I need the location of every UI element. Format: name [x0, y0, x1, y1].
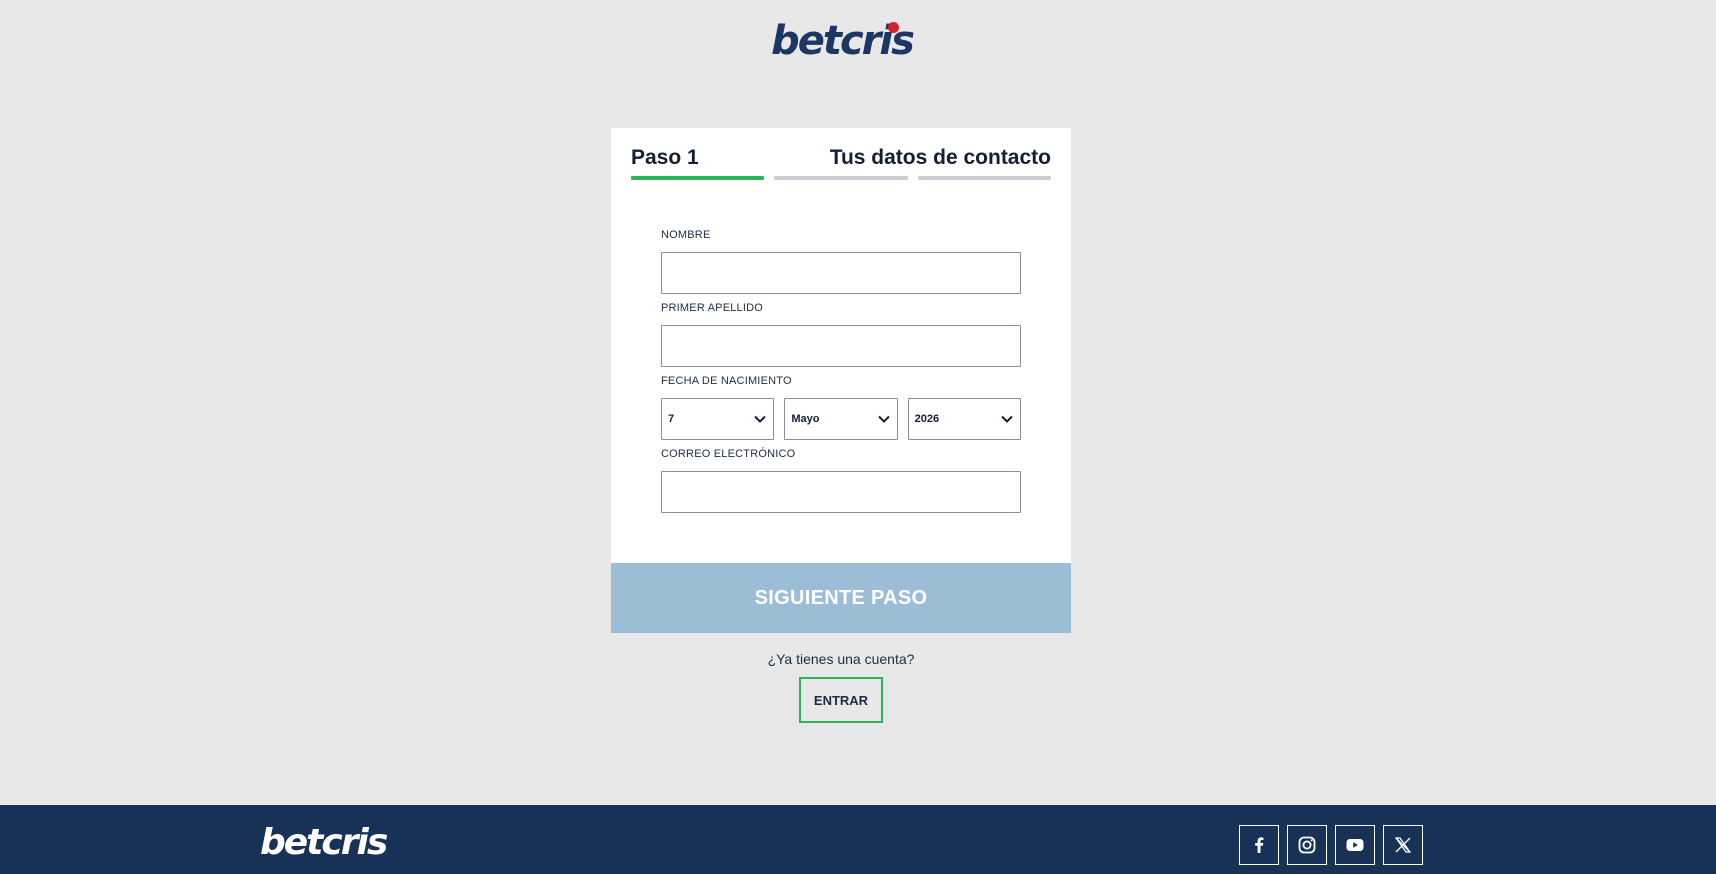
birth-date-label: FECHA DE NACIMIENTO	[661, 375, 792, 387]
step-bar-2	[774, 176, 908, 180]
birth-month-value: Mayo	[791, 413, 820, 425]
step-bar-1	[631, 176, 765, 180]
birth-month-select[interactable]: Mayo	[784, 398, 898, 440]
youtube-icon	[1346, 839, 1364, 851]
footer: betcris	[0, 805, 1716, 874]
next-step-button[interactable]: SIGUIENTE PASO	[611, 563, 1071, 633]
x-icon	[1394, 837, 1412, 853]
last-name-label: PRIMER APELLIDO	[661, 302, 764, 314]
facebook-icon	[1255, 837, 1264, 853]
first-name-input[interactable]	[661, 252, 1021, 294]
email-label: CORREO ELECTRÓNICO	[661, 448, 796, 460]
step-number: Paso 1	[631, 146, 699, 169]
birth-day-select[interactable]: 7	[661, 398, 775, 440]
steps-header: Paso 1 Tus datos de contacto	[631, 146, 1051, 170]
chevron-down-icon	[877, 415, 890, 423]
footer-logo-wordmark: betcris	[260, 822, 388, 863]
x-link[interactable]	[1383, 825, 1423, 865]
instagram-icon	[1298, 836, 1316, 854]
email-input[interactable]	[661, 471, 1021, 513]
chevron-down-icon	[1001, 415, 1013, 423]
registration-card: Paso 1 Tus datos de contacto NOMBRE PRIM…	[611, 128, 1071, 633]
last-name-input[interactable]	[661, 325, 1021, 367]
social-links	[1239, 825, 1423, 865]
birth-date-selects: 7 Mayo 2026	[661, 398, 1021, 440]
header-logo[interactable]: betcris	[760, 18, 924, 64]
birth-year-select[interactable]: 2026	[907, 398, 1021, 440]
step-title: Tus datos de contacto	[829, 146, 1051, 169]
have-account-text: ¿Ya tienes una cuenta?	[767, 651, 915, 667]
footer-logo[interactable]: betcris	[260, 822, 388, 863]
chevron-down-icon	[754, 415, 767, 423]
step-progress	[631, 176, 1051, 180]
login-button[interactable]: ENTRAR	[799, 677, 883, 723]
step-bar-3	[917, 176, 1051, 180]
birth-day-value: 7	[668, 413, 675, 425]
first-name-label: NOMBRE	[661, 229, 711, 241]
birth-year-value: 2026	[914, 413, 940, 425]
youtube-link[interactable]	[1335, 825, 1375, 865]
logo-dot	[888, 22, 899, 33]
instagram-link[interactable]	[1287, 825, 1327, 865]
facebook-link[interactable]	[1239, 825, 1279, 865]
